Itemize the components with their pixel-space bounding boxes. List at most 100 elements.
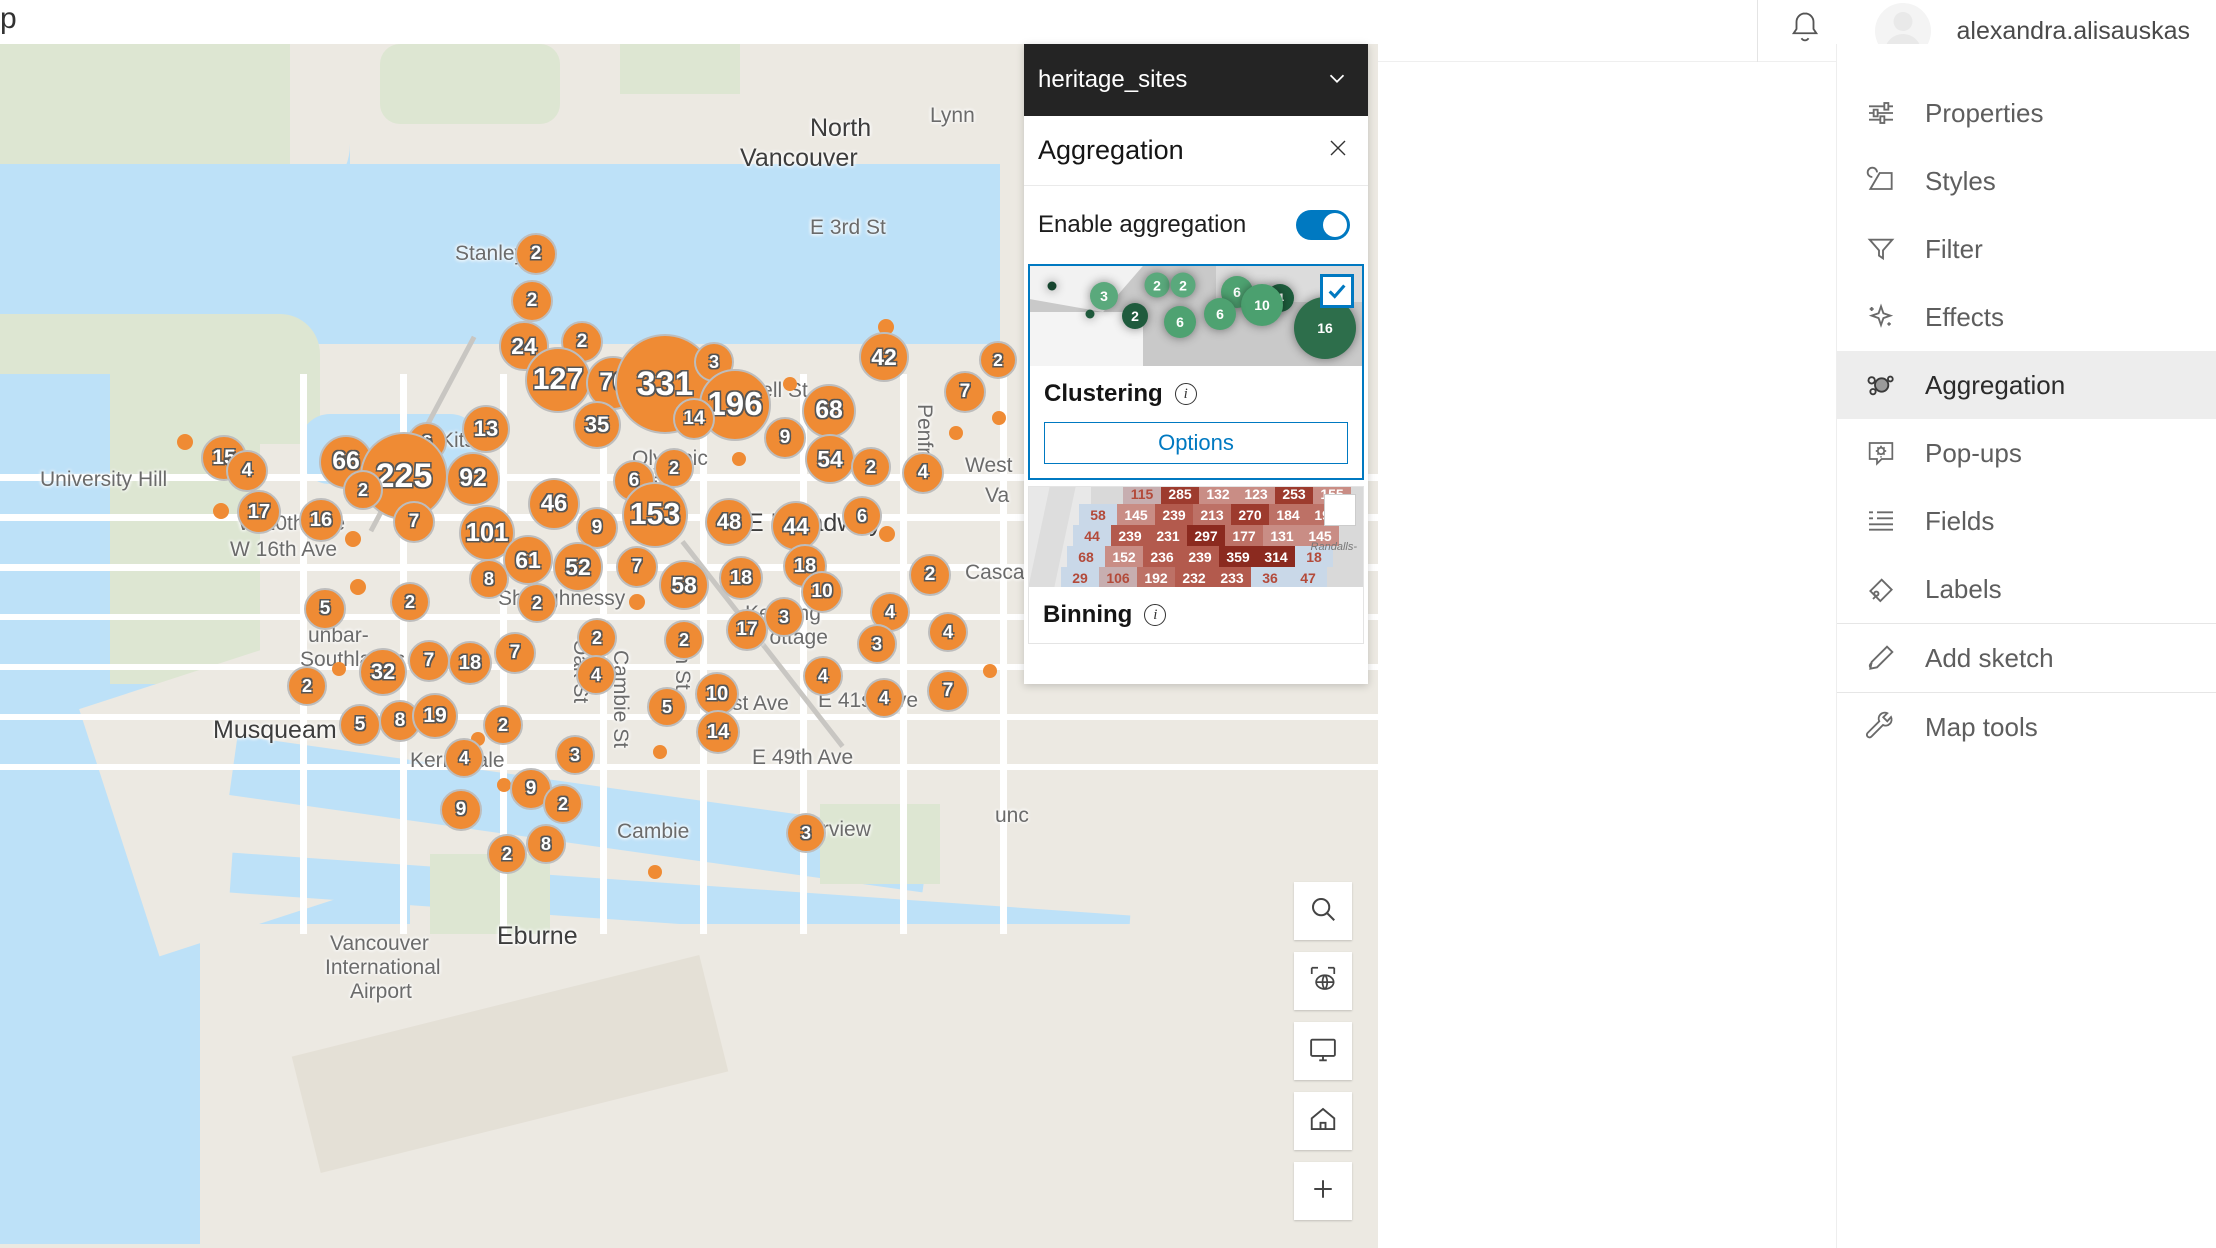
map-cluster-marker[interactable]: 42 [859, 332, 909, 382]
clustering-option-card[interactable]: 3 2 2 6 4 10 2 6 6 16 Clustering i [1028, 264, 1364, 480]
map-point-marker[interactable] [732, 452, 746, 466]
map-cluster-marker[interactable]: 2 [511, 280, 553, 322]
map-cluster-marker[interactable]: 2 [517, 583, 557, 623]
sidebar-item-labels[interactable]: Labels [1837, 555, 2216, 623]
map-cluster-marker[interactable]: 54 [805, 434, 855, 484]
map-zoom-in-button[interactable] [1294, 1162, 1352, 1220]
binning-checkbox[interactable] [1325, 495, 1355, 525]
map-cluster-marker[interactable]: 2 [487, 834, 527, 874]
map-cluster-marker[interactable]: 32 [359, 648, 407, 696]
map-cluster-marker[interactable]: 2 [851, 447, 891, 487]
map-cluster-marker[interactable]: 9 [440, 789, 482, 831]
map-cluster-marker[interactable]: 3 [555, 735, 595, 775]
map-cluster-marker[interactable]: 44 [771, 501, 821, 551]
map-cluster-marker[interactable]: 2 [909, 554, 951, 596]
map-cluster-marker[interactable]: 4 [803, 656, 843, 696]
map-basemap-button[interactable] [1294, 952, 1352, 1010]
map-cluster-marker[interactable]: 52 [553, 542, 603, 592]
clustering-options-button[interactable]: Options [1044, 422, 1348, 464]
sidebar-item-filter[interactable]: Filter [1837, 215, 2216, 283]
binning-option-card[interactable]: 1152851321232531555814523921327018419244… [1028, 486, 1364, 644]
sidebar-item-fields[interactable]: Fields [1837, 487, 2216, 555]
map-point-marker[interactable] [648, 865, 662, 879]
map-cluster-marker[interactable]: 5 [647, 687, 687, 727]
map-point-marker[interactable] [629, 594, 645, 610]
map-point-marker[interactable] [332, 662, 346, 676]
map-cluster-marker[interactable]: 153 [622, 482, 688, 548]
map-cluster-marker[interactable]: 2 [343, 470, 383, 510]
map-cluster-marker[interactable]: 2 [483, 705, 523, 745]
map-cluster-marker[interactable]: 3 [786, 813, 826, 853]
map-cluster-marker[interactable]: 3 [764, 597, 804, 637]
map-point-marker[interactable] [983, 664, 997, 678]
map-cluster-marker[interactable]: 10 [801, 571, 843, 613]
map-cluster-marker[interactable]: 48 [705, 498, 753, 546]
clustering-checkbox[interactable] [1320, 274, 1354, 308]
layer-selector[interactable]: heritage_sites [1024, 44, 1368, 116]
map-cluster-marker[interactable]: 7 [616, 546, 658, 588]
map-cluster-marker[interactable]: 17 [726, 609, 768, 651]
map-cluster-marker[interactable]: 5 [304, 588, 346, 630]
map-point-marker[interactable] [177, 434, 193, 450]
sidebar-item-aggregation[interactable]: Aggregation [1837, 351, 2216, 419]
map-cluster-marker[interactable]: 19 [412, 693, 458, 739]
map-cluster-marker[interactable]: 4 [928, 612, 968, 652]
map-tools-bar[interactable] [1294, 882, 1352, 1220]
map-point-marker[interactable] [879, 526, 895, 542]
info-icon[interactable]: i [1144, 604, 1167, 626]
map-cluster-marker[interactable]: 4 [226, 450, 268, 492]
map-cluster-marker[interactable]: 92 [446, 452, 500, 506]
map-cluster-marker[interactable]: 18 [719, 556, 763, 600]
map-cluster-marker[interactable]: 2 [287, 666, 327, 706]
map-cluster-marker[interactable]: 8 [526, 824, 566, 864]
map-cluster-marker[interactable]: 8 [469, 559, 509, 599]
sidebar-item-map-tools[interactable]: Map tools [1837, 693, 2216, 761]
sidebar-item-properties[interactable]: Properties [1837, 79, 2216, 147]
username-label[interactable]: alexandra.alisauskas [1957, 17, 2190, 46]
map-cluster-marker[interactable]: 2 [664, 620, 704, 660]
map-home-button[interactable] [1294, 1092, 1352, 1150]
map-cluster-marker[interactable]: 7 [927, 670, 969, 712]
map-cluster-marker[interactable]: 2 [390, 582, 430, 622]
map-cluster-marker[interactable]: 4 [444, 738, 484, 778]
map-cluster-marker[interactable]: 7 [408, 640, 450, 682]
map-cluster-marker[interactable]: 2 [979, 341, 1017, 379]
info-icon[interactable]: i [1174, 383, 1197, 405]
map-cluster-marker[interactable]: 3 [857, 624, 897, 664]
map-point-marker[interactable] [992, 411, 1006, 425]
map-cluster-marker[interactable]: 4 [576, 655, 616, 695]
map-point-marker[interactable] [350, 579, 366, 595]
sidebar-item-pop-ups[interactable]: Pop-ups [1837, 419, 2216, 487]
map-cluster-marker[interactable]: 5 [339, 704, 381, 746]
map-cluster-marker[interactable]: 68 [802, 384, 856, 438]
map-search-button[interactable] [1294, 882, 1352, 940]
map-cluster-marker[interactable]: 6 [842, 496, 882, 536]
map-cluster-marker[interactable]: 61 [503, 535, 553, 585]
map-cluster-marker[interactable]: 4 [902, 452, 944, 494]
map-cluster-marker[interactable]: 13 [462, 405, 510, 453]
map-cluster-marker[interactable]: 35 [573, 401, 621, 449]
map-cluster-marker[interactable]: 2 [515, 233, 557, 275]
enable-aggregation-toggle[interactable] [1296, 210, 1350, 240]
map-cluster-marker[interactable]: 18 [448, 641, 492, 685]
map-point-marker[interactable] [497, 778, 511, 792]
map-cluster-marker[interactable]: 58 [659, 560, 709, 610]
map-cluster-marker[interactable]: 9 [764, 417, 806, 459]
map-cluster-marker[interactable]: 16 [299, 498, 343, 542]
map-point-marker[interactable] [653, 745, 667, 759]
map-cluster-marker[interactable]: 17 [237, 490, 281, 534]
map-point-marker[interactable] [949, 426, 963, 440]
map-cluster-marker[interactable]: 14 [673, 398, 715, 440]
map-point-marker[interactable] [345, 531, 361, 547]
sidebar-item-styles[interactable]: Styles [1837, 147, 2216, 215]
close-icon[interactable] [1326, 136, 1350, 165]
map-cluster-marker[interactable]: 127 [525, 347, 591, 413]
map-cluster-marker[interactable]: 7 [393, 501, 435, 543]
sidebar-item-add-sketch[interactable]: Add sketch [1837, 624, 2216, 692]
map-cluster-marker[interactable]: 7 [944, 371, 986, 413]
map-point-marker[interactable] [213, 503, 229, 519]
map-cluster-marker[interactable]: 14 [696, 710, 740, 754]
map-cluster-marker[interactable]: 7 [494, 632, 536, 674]
chevron-down-icon[interactable] [1324, 65, 1350, 96]
sidebar-item-effects[interactable]: Effects [1837, 283, 2216, 351]
